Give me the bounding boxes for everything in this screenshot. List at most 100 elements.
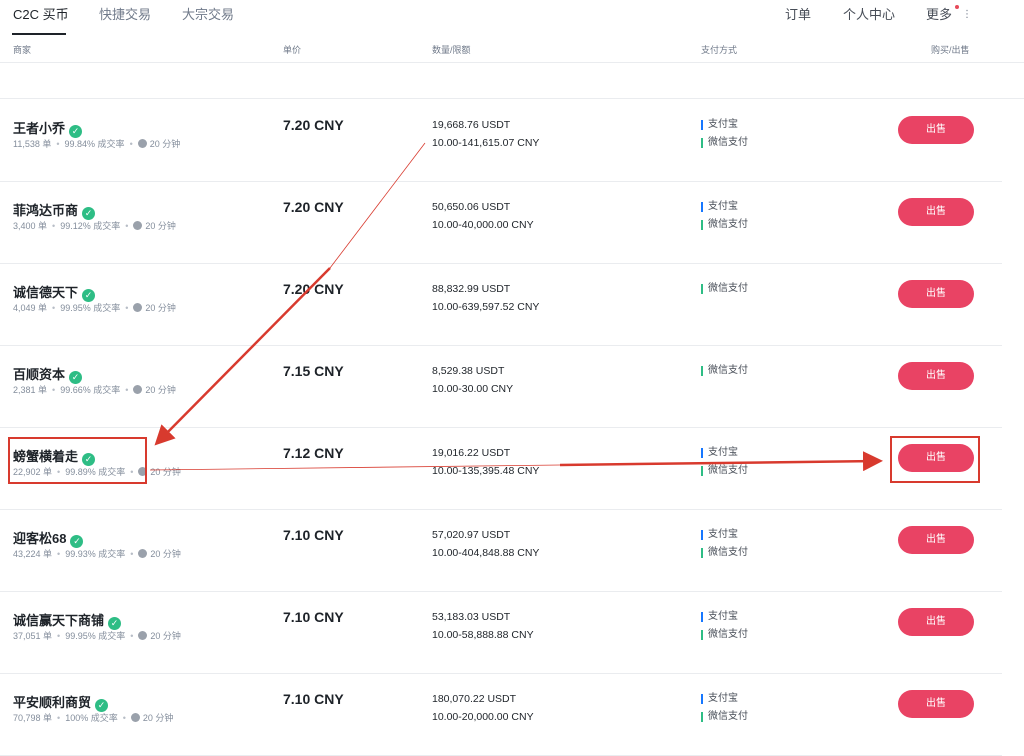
- sell-button[interactable]: 出售: [898, 608, 974, 636]
- payment-method: 支付宝: [701, 612, 738, 622]
- orders-link[interactable]: 订单: [785, 4, 811, 23]
- payment-method: 支付宝: [701, 530, 738, 540]
- merchant-name-text[interactable]: 迎客松68: [13, 531, 66, 546]
- table-row: 诚信赢天下商铺 ✓ 37,051 单 • 99.95% 成交率 • 20 分钟 7.10 CN…: [0, 592, 1002, 674]
- payment-time: 20 分钟: [150, 467, 181, 477]
- highlight-box-sell-button: [890, 436, 980, 483]
- merchant-name[interactable]: 诚信赢天下商铺 ✓: [13, 610, 122, 630]
- separator-dot: •: [129, 139, 133, 149]
- unit-price: 7.20 CNY: [283, 281, 344, 297]
- table-row: 迎客松68 ✓ 43,224 单 • 99.93% 成交率 • 20 分钟 7.10 CNY 5…: [0, 510, 1002, 592]
- payment-time: 20 分钟: [145, 385, 176, 395]
- sell-button[interactable]: 出售: [898, 116, 974, 144]
- merchant-name-text[interactable]: 菲鸿达币商: [13, 203, 78, 218]
- more-menu-icon[interactable]: ⋮: [962, 9, 972, 20]
- merchant-name-text[interactable]: 王者小乔: [13, 121, 65, 136]
- order-limit: 10.00-20,000.00 CNY: [432, 711, 534, 723]
- unit-price: 7.20 CNY: [283, 199, 344, 215]
- payment-method: 微信支付: [701, 712, 748, 722]
- clock-icon: [137, 139, 147, 148]
- available-amount: 50,650.06 USDT: [432, 201, 511, 213]
- table-row: 百顺资本 ✓ 2,381 单 • 99.66% 成交率 • 20 分钟 7.15 CNY 8,5…: [0, 346, 1002, 428]
- header-amount: 数量/限额: [432, 45, 471, 55]
- order-limit: 10.00-404,848.88 CNY: [432, 547, 540, 559]
- payment-method: 支付宝: [701, 694, 738, 704]
- tab-c2c-buy[interactable]: C2C 买币: [13, 4, 69, 23]
- merchant-stats: 43,224 单 • 99.93% 成交率 • 20 分钟: [13, 547, 181, 560]
- unit-price: 7.12 CNY: [283, 445, 344, 461]
- order-count: 11,538 单: [13, 139, 52, 149]
- payment-method: 微信支付: [701, 466, 748, 476]
- header-payment: 支付方式: [701, 45, 738, 55]
- merchant-name-text[interactable]: 诚信德天下: [13, 285, 78, 300]
- payment-time: 20 分钟: [142, 713, 174, 723]
- merchant-stats: 4,049 单 • 99.95% 成交率 • 20 分钟: [13, 301, 176, 314]
- merchant-name[interactable]: 迎客松68 ✓: [13, 528, 84, 548]
- tab-quick-trade[interactable]: 快捷交易: [99, 4, 151, 23]
- merchant-name[interactable]: 王者小乔 ✓: [13, 118, 83, 138]
- order-limit: 10.00-639,597.52 CNY: [432, 301, 540, 313]
- available-amount: 57,020.97 USDT: [432, 529, 511, 541]
- merchant-stats: 2,381 单 • 99.66% 成交率 • 20 分钟: [13, 383, 176, 396]
- notification-dot-icon: [955, 5, 959, 9]
- available-amount: 19,016.22 USDT: [432, 447, 511, 459]
- completion-rate: 100% 成交率: [65, 713, 118, 723]
- separator-dot: •: [125, 303, 129, 313]
- clock-icon: [138, 549, 148, 558]
- available-amount: 8,529.38 USDT: [432, 365, 505, 377]
- table-row: 螃蟹横着走 ✓ 22,902 单 • 99.89% 成交率 • 20 分钟 7.12 CNY 1…: [0, 428, 1002, 510]
- table-row: 菲鸿达币商 ✓ 3,400 单 • 99.12% 成交率 • 20 分钟 7.20 CNY 50…: [0, 182, 1002, 264]
- sell-button[interactable]: 出售: [898, 526, 974, 554]
- profile-link[interactable]: 个人中心: [843, 4, 895, 23]
- merchant-name-text[interactable]: 百顺资本: [13, 367, 65, 382]
- sell-button[interactable]: 出售: [898, 362, 974, 390]
- available-amount: 88,832.99 USDT: [432, 283, 511, 295]
- sell-button[interactable]: 出售: [898, 690, 974, 718]
- tab-block-trade[interactable]: 大宗交易: [182, 4, 234, 23]
- clock-icon: [133, 385, 143, 394]
- merchant-stats: 11,538 单 • 99.84% 成交率 • 20 分钟: [13, 137, 180, 150]
- payment-method: 微信支付: [701, 548, 748, 558]
- merchant-name[interactable]: 菲鸿达币商 ✓: [13, 200, 96, 220]
- order-count: 3,400 单: [13, 221, 48, 231]
- header-action: 购买/出售: [931, 45, 970, 55]
- order-count: 43,224 单: [13, 549, 53, 559]
- table-row: 平安顺利商贸 ✓ 70,798 单 • 100% 成交率 • 20 分钟 7.10 CNY 18…: [0, 674, 1002, 756]
- scrolled-row-remnant: [0, 62, 1024, 99]
- table-row: 王者小乔 ✓ 11,538 单 • 99.84% 成交率 • 20 分钟 7.20 CNY 19…: [0, 100, 1002, 182]
- header-price: 单价: [283, 45, 302, 55]
- completion-rate: 99.12% 成交率: [60, 221, 121, 231]
- order-limit: 10.00-40,000.00 CNY: [432, 219, 534, 231]
- merchant-name[interactable]: 平安顺利商贸 ✓: [13, 692, 109, 712]
- merchant-name-text[interactable]: 诚信赢天下商铺: [13, 613, 104, 628]
- order-count: 4,049 单: [13, 303, 48, 313]
- separator-dot: •: [57, 713, 61, 723]
- completion-rate: 99.93% 成交率: [65, 549, 126, 559]
- merchant-name[interactable]: 诚信德天下 ✓: [13, 282, 96, 302]
- more-link[interactable]: 更多: [926, 4, 952, 23]
- table-header: 商家 单价 数量/限额 支付方式 购买/出售: [0, 40, 1024, 63]
- order-limit: 10.00-141,615.07 CNY: [432, 137, 540, 149]
- separator-dot: •: [125, 221, 129, 231]
- clock-icon: [133, 303, 143, 312]
- sell-button[interactable]: 出售: [898, 280, 974, 308]
- order-limit: 10.00-135,395.48 CNY: [432, 465, 540, 477]
- separator-dot: •: [57, 631, 61, 641]
- unit-price: 7.15 CNY: [283, 363, 344, 379]
- separator-dot: •: [52, 221, 56, 231]
- payment-method: 微信支付: [701, 138, 748, 148]
- separator-dot: •: [125, 385, 129, 395]
- unit-price: 7.10 CNY: [283, 691, 344, 707]
- merchant-name[interactable]: 百顺资本 ✓: [13, 364, 83, 384]
- available-amount: 180,070.22 USDT: [432, 693, 517, 705]
- merchant-stats: 70,798 单 • 100% 成交率 • 20 分钟: [13, 711, 173, 724]
- payment-method: 支付宝: [701, 202, 738, 212]
- completion-rate: 99.66% 成交率: [60, 385, 121, 395]
- payment-time: 20 分钟: [145, 303, 176, 313]
- merchant-name-text[interactable]: 平安顺利商贸: [13, 695, 91, 710]
- payment-time: 20 分钟: [149, 139, 181, 149]
- order-count: 37,051 单: [13, 631, 53, 641]
- sell-button[interactable]: 出售: [898, 198, 974, 226]
- order-limit: 10.00-58,888.88 CNY: [432, 629, 534, 641]
- order-count: 70,798 单: [13, 713, 53, 723]
